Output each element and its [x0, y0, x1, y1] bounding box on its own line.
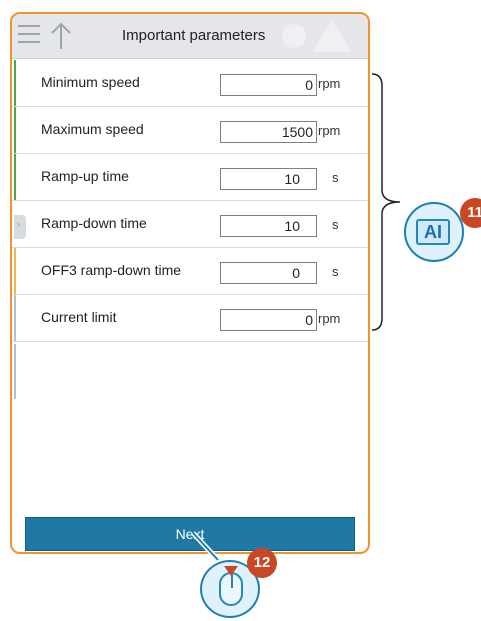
unit-label: s: [332, 217, 339, 232]
off3-ramp-down-time-field[interactable]: 0: [220, 262, 317, 284]
menu-icon[interactable]: [18, 25, 40, 45]
page-title: Important parameters: [122, 27, 266, 44]
param-label: OFF3 ramp-down time: [41, 262, 182, 278]
maximum-speed-field[interactable]: 1500: [220, 121, 317, 143]
ramp-down-time-field[interactable]: 10: [220, 215, 317, 237]
current-limit-field[interactable]: 0: [220, 309, 317, 331]
unit-label: rpm: [318, 76, 341, 91]
row-ramp-down-time: › Ramp-down time 10 s: [12, 201, 368, 248]
parameter-list: Minimum speed 0 rpm Maximum speed 1500 r…: [12, 60, 368, 342]
ai-icon: AI: [416, 219, 450, 245]
param-label: Minimum speed: [41, 74, 140, 90]
parameters-panel: Important parameters Minimum speed 0 rpm…: [10, 12, 370, 554]
side-panel-toggle[interactable]: ›: [14, 215, 26, 239]
row-maximum-speed: Maximum speed 1500 rpm: [12, 107, 368, 154]
row-off3-ramp-down-time: OFF3 ramp-down time 0 s: [12, 248, 368, 295]
unit-label: s: [332, 170, 339, 185]
unit-label: s: [332, 264, 339, 279]
status-bar: [14, 60, 16, 106]
status-bar: [14, 248, 16, 294]
step-badge: 11: [460, 198, 481, 228]
step-badge: 12: [247, 548, 277, 578]
up-arrow-icon[interactable]: [48, 21, 74, 51]
param-label: Maximum speed: [41, 121, 144, 137]
param-label: Current limit: [41, 309, 117, 325]
brace-annotation: [371, 73, 401, 331]
status-bar: [14, 154, 16, 200]
status-bar: [14, 295, 16, 341]
scroll-indicator: [14, 344, 16, 399]
ramp-up-time-field[interactable]: 10: [220, 168, 317, 190]
click-arrow-icon: [224, 566, 238, 576]
row-minimum-speed: Minimum speed 0 rpm: [12, 60, 368, 107]
unit-label: rpm: [318, 311, 341, 326]
back-icon: [282, 24, 306, 48]
minimum-speed-field[interactable]: 0: [220, 74, 317, 96]
param-label: Ramp-up time: [41, 168, 129, 184]
unit-label: rpm: [318, 123, 341, 138]
mouse-icon: [219, 572, 243, 606]
row-current-limit: Current limit 0 rpm: [12, 295, 368, 342]
title-bar: Important parameters: [12, 14, 368, 59]
home-icon: [312, 20, 352, 52]
param-label: Ramp-down time: [41, 215, 147, 231]
ai-callout-bubble: AI: [404, 202, 464, 262]
status-bar: [14, 107, 16, 153]
row-ramp-up-time: Ramp-up time 10 s: [12, 154, 368, 201]
